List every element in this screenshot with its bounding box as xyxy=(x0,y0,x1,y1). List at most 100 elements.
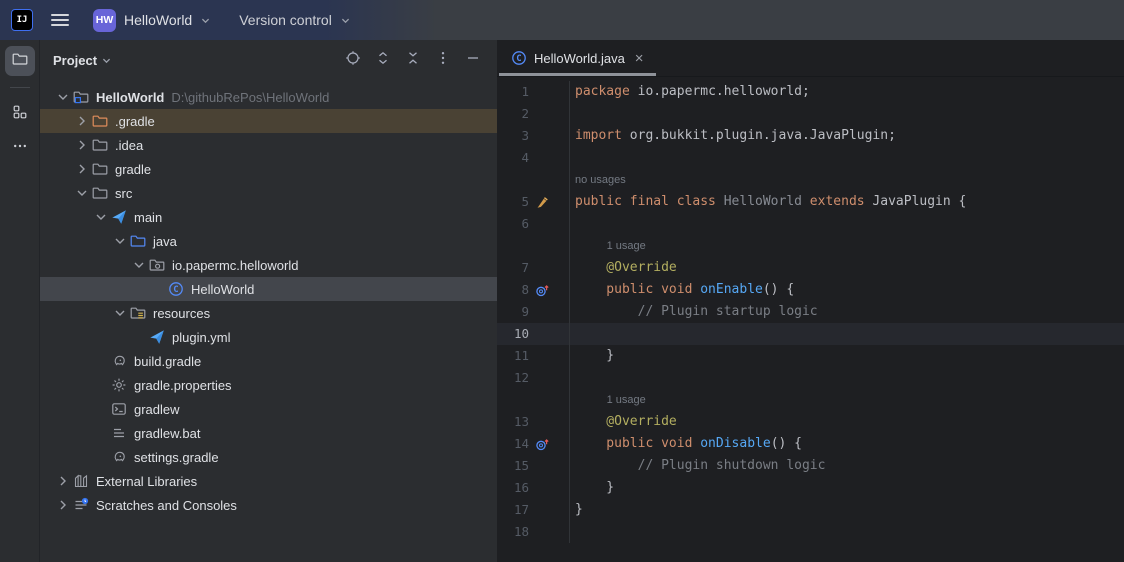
code-line-6[interactable]: 6 xyxy=(497,213,1124,235)
tree-item-idea[interactable]: .idea xyxy=(40,133,497,157)
chevron-right-icon[interactable] xyxy=(72,161,91,177)
inlay-hint[interactable]: 1 usage xyxy=(497,235,1124,257)
line-number[interactable]: 14 xyxy=(497,433,529,455)
code-line-15[interactable]: 15 // Plugin shutdown logic xyxy=(497,455,1124,477)
tree-item-gradle[interactable]: gradle xyxy=(40,157,497,181)
chevron-down-icon[interactable] xyxy=(53,89,72,105)
tree-item-settings-gradle[interactable]: settings.gradle xyxy=(40,445,497,469)
line-number[interactable]: 6 xyxy=(497,213,529,235)
gutter-icon-slot xyxy=(529,147,569,169)
code-line-18[interactable]: 18 xyxy=(497,521,1124,543)
main-menu-hamburger-icon[interactable] xyxy=(51,11,69,29)
gradle-icon xyxy=(110,449,128,465)
tree-item-resources[interactable]: resources xyxy=(40,301,497,325)
line-number[interactable]: 8 xyxy=(497,279,529,301)
code-line-8[interactable]: 8 public void onEnable() { xyxy=(497,279,1124,301)
code-line-4[interactable]: 4 xyxy=(497,147,1124,169)
token-kw: import xyxy=(575,128,622,143)
chevron-spacer xyxy=(148,281,167,297)
tool-window-button-more-tool-windows[interactable] xyxy=(5,133,35,163)
tree-item-gradle-properties[interactable]: gradle.properties xyxy=(40,373,497,397)
tree-item-helloworld[interactable]: HelloWorldD:\githubRePos\HelloWorld xyxy=(40,85,497,109)
code-line-16[interactable]: 16 } xyxy=(497,477,1124,499)
main-toolbar: IJ HW HelloWorld Version control xyxy=(0,0,1124,40)
tree-item-gradlew[interactable]: gradlew xyxy=(40,397,497,421)
close-icon[interactable]: × xyxy=(635,51,644,66)
tool-window-button-project[interactable] xyxy=(5,46,35,76)
chevron-down-icon[interactable] xyxy=(110,233,129,249)
line-number[interactable]: 5 xyxy=(497,191,529,213)
code-line-13[interactable]: 13 @Override xyxy=(497,411,1124,433)
package-icon xyxy=(148,257,166,273)
token-pl: } xyxy=(575,480,614,495)
version-control-widget[interactable]: Version control xyxy=(239,12,351,28)
line-number[interactable]: 3 xyxy=(497,125,529,147)
code-text xyxy=(569,521,1124,543)
tree-item-src[interactable]: src xyxy=(40,181,497,205)
tree-item-scratches-and-consoles[interactable]: Scratches and Consoles xyxy=(40,493,497,517)
line-number[interactable]: 12 xyxy=(497,367,529,389)
expand-all-button[interactable] xyxy=(371,48,395,72)
chevron-right-icon[interactable] xyxy=(53,473,72,489)
override-marker-icon[interactable] xyxy=(529,433,569,455)
select-opened-file-button[interactable] xyxy=(341,48,365,72)
line-number[interactable]: 11 xyxy=(497,345,529,367)
code-line-2[interactable]: 2 xyxy=(497,103,1124,125)
tool-window-button-structure[interactable] xyxy=(5,99,35,129)
chevron-down-icon[interactable] xyxy=(91,209,110,225)
tree-item-helloworld[interactable]: CHelloWorld xyxy=(40,277,497,301)
code-line-11[interactable]: 11 } xyxy=(497,345,1124,367)
tree-item-gradlew-bat[interactable]: gradlew.bat xyxy=(40,421,497,445)
line-number[interactable]: 10 xyxy=(497,323,529,345)
line-number[interactable]: 9 xyxy=(497,301,529,323)
override-marker-icon[interactable] xyxy=(529,279,569,301)
tree-item-java[interactable]: java xyxy=(40,229,497,253)
inlay-hint[interactable]: no usages xyxy=(497,169,1124,191)
hide-panel-button[interactable] xyxy=(461,48,485,72)
code-line-9[interactable]: 9 // Plugin startup logic xyxy=(497,301,1124,323)
project-panel-title[interactable]: Project xyxy=(53,53,112,68)
plugin-marker-icon[interactable] xyxy=(529,191,569,213)
line-number[interactable]: 7 xyxy=(497,257,529,279)
chevron-right-icon[interactable] xyxy=(72,113,91,129)
line-number[interactable]: 15 xyxy=(497,455,529,477)
code-line-5[interactable]: 5public final class HelloWorld extends J… xyxy=(497,191,1124,213)
code-line-3[interactable]: 3import org.bukkit.plugin.java.JavaPlugi… xyxy=(497,125,1124,147)
editor-tab-helloworld-java[interactable]: C HelloWorld.java × xyxy=(499,40,656,76)
code-line-12[interactable]: 12 xyxy=(497,367,1124,389)
chevron-right-icon[interactable] xyxy=(72,137,91,153)
chevron-down-icon[interactable] xyxy=(72,185,91,201)
code-line-7[interactable]: 7 @Override xyxy=(497,257,1124,279)
scratches-icon xyxy=(72,497,90,513)
chevron-down-icon[interactable] xyxy=(110,305,129,321)
project-widget[interactable]: HW HelloWorld xyxy=(93,9,211,32)
line-number[interactable]: 2 xyxy=(497,103,529,125)
line-number[interactable]: 4 xyxy=(497,147,529,169)
line-number[interactable]: 17 xyxy=(497,499,529,521)
tree-item-label: .idea xyxy=(115,138,143,153)
code-text: // Plugin shutdown logic xyxy=(569,455,1124,477)
line-number[interactable]: 1 xyxy=(497,81,529,103)
code-line-17[interactable]: 17} xyxy=(497,499,1124,521)
gutter-icon-slot xyxy=(529,521,569,543)
line-number[interactable]: 18 xyxy=(497,521,529,543)
collapse-all-button[interactable] xyxy=(401,48,425,72)
code-line-10[interactable]: 10 xyxy=(497,323,1124,345)
code-editor[interactable]: 1package io.papermc.helloworld;23import … xyxy=(497,77,1124,562)
tree-item-build-gradle[interactable]: build.gradle xyxy=(40,349,497,373)
chevron-right-icon[interactable] xyxy=(53,497,72,513)
code-line-1[interactable]: 1package io.papermc.helloworld; xyxy=(497,81,1124,103)
tree-item-gradle[interactable]: .gradle xyxy=(40,109,497,133)
tree-item-io-papermc-helloworld[interactable]: io.papermc.helloworld xyxy=(40,253,497,277)
line-number[interactable]: 16 xyxy=(497,477,529,499)
collapse-all-icon xyxy=(405,50,421,71)
options-button[interactable] xyxy=(431,48,455,72)
tree-item-external-libraries[interactable]: External Libraries xyxy=(40,469,497,493)
inlay-hint[interactable]: 1 usage xyxy=(497,389,1124,411)
code-line-14[interactable]: 14 public void onDisable() { xyxy=(497,433,1124,455)
chevron-down-icon xyxy=(101,55,112,66)
tree-item-plugin-yml[interactable]: plugin.yml xyxy=(40,325,497,349)
tree-item-main[interactable]: main xyxy=(40,205,497,229)
line-number[interactable]: 13 xyxy=(497,411,529,433)
chevron-down-icon[interactable] xyxy=(129,257,148,273)
